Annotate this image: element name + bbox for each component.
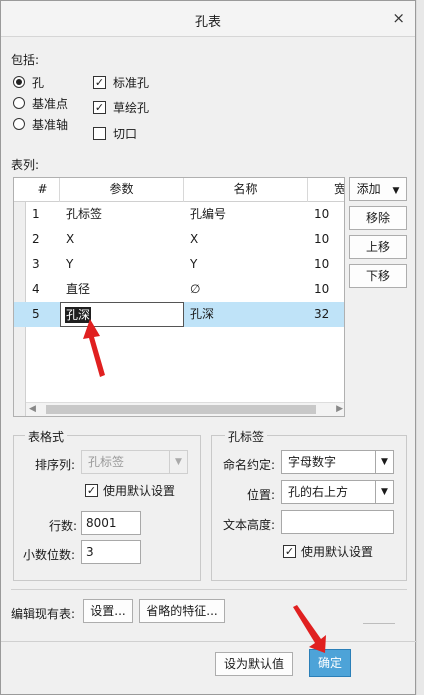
- cut-label: 切口: [113, 127, 138, 141]
- row-parameter: Y: [66, 257, 74, 271]
- divider: [11, 589, 407, 590]
- radio-datum-point-label: 基准点: [32, 97, 69, 111]
- remove-button[interactable]: 移除: [349, 206, 407, 230]
- horizontal-scrollbar[interactable]: ◀ ▶: [26, 402, 344, 416]
- move-up-button[interactable]: 上移: [349, 235, 407, 259]
- row-name: 孔编号: [190, 207, 227, 221]
- standard-hole-label: 标准孔: [113, 76, 150, 90]
- row-width: 10: [314, 282, 330, 296]
- rows-input[interactable]: 8001: [81, 511, 141, 535]
- footer-divider: [1, 641, 417, 642]
- divider: [363, 623, 395, 624]
- row-name: 孔深: [190, 307, 215, 321]
- chevron-down-icon: ▼: [375, 451, 393, 473]
- standard-hole-checkbox[interactable]: ✓: [93, 76, 106, 89]
- row-width: 32: [314, 307, 330, 321]
- radio-datum-point[interactable]: [13, 97, 25, 109]
- row-width: 10: [314, 232, 330, 246]
- table-row[interactable]: 2 X X 10: [14, 227, 344, 252]
- header-name[interactable]: 名称: [184, 178, 308, 202]
- columns-table: # 参数 名称 宽 1 孔标签 孔编号 10 2 X X 10 3 Y Y 10…: [13, 177, 345, 417]
- radio-datum-axis[interactable]: [13, 118, 25, 130]
- position-value: 孔的右上方: [288, 485, 349, 499]
- scroll-right-icon[interactable]: ▶: [336, 404, 343, 414]
- hole-label-title: 孔标签: [225, 428, 268, 445]
- naming-convention-select[interactable]: 字母数字 ▼: [281, 450, 394, 474]
- header-number[interactable]: #: [26, 178, 60, 202]
- row-number: 5: [32, 307, 40, 321]
- decimals-input[interactable]: 3: [81, 540, 141, 564]
- settings-button[interactable]: 设置...: [83, 599, 133, 623]
- annotation-arrow-icon: [293, 605, 326, 653]
- format-use-default-checkbox[interactable]: ✓: [85, 484, 98, 497]
- columns-label: 表列:: [11, 158, 40, 172]
- sort-column-value: 孔标签: [88, 455, 125, 469]
- sketched-hole-label: 草绘孔: [113, 101, 150, 115]
- row-width: 10: [314, 207, 330, 221]
- row-number: 1: [32, 207, 40, 221]
- position-select[interactable]: 孔的右上方 ▼: [281, 480, 394, 504]
- dialog-title: 孔表: [194, 15, 221, 30]
- move-down-button[interactable]: 下移: [349, 264, 407, 288]
- header-parameter[interactable]: 参数: [60, 178, 184, 202]
- row-parameter: 孔标签: [66, 207, 103, 221]
- set-default-button[interactable]: 设为默认值: [215, 652, 293, 676]
- edit-existing-label: 编辑现有表:: [11, 607, 76, 621]
- include-label: 包括:: [11, 53, 40, 67]
- row-name: Y: [190, 257, 198, 271]
- decimals-label: 小数位数:: [23, 548, 76, 562]
- row-name: X: [190, 232, 199, 246]
- title-bar: 孔表 ×: [1, 1, 415, 37]
- table-row[interactable]: 1 孔标签 孔编号 10: [14, 202, 344, 227]
- position-label: 位置:: [247, 488, 276, 502]
- naming-label: 命名约定:: [223, 458, 276, 472]
- label-use-default-label: 使用默认设置: [301, 545, 374, 559]
- row-parameter: 直径: [66, 282, 91, 296]
- annotation-arrow-icon: [83, 319, 105, 377]
- row-number: 2: [32, 232, 40, 246]
- add-button[interactable]: 添加 ▼: [349, 177, 407, 201]
- table-row[interactable]: 3 Y Y 10: [14, 252, 344, 277]
- chevron-down-icon: ▼: [375, 481, 393, 503]
- sketched-hole-checkbox[interactable]: ✓: [93, 101, 106, 114]
- close-icon[interactable]: ×: [392, 9, 405, 27]
- row-number: 4: [32, 282, 40, 296]
- text-height-input[interactable]: [281, 510, 394, 534]
- rows-label: 行数:: [49, 519, 78, 533]
- table-header: # 参数 名称 宽: [14, 178, 344, 202]
- table-row[interactable]: 4 直径 ∅ 10: [14, 277, 344, 302]
- row-name: ∅: [190, 282, 201, 296]
- sort-column-select: 孔标签 ▼: [81, 450, 188, 474]
- naming-convention-value: 字母数字: [288, 455, 337, 469]
- dropdown-arrow-icon: ▼: [392, 186, 400, 196]
- table-row-selected[interactable]: 5 孔深 孔深 32: [14, 302, 344, 327]
- omitted-features-button[interactable]: 省略的特征...: [139, 599, 225, 623]
- add-button-label: 添加: [356, 182, 381, 196]
- hole-table-dialog: 孔表 × 包括: 孔 基准点 基准轴 ✓ 标准孔 ✓ 草绘孔 切口 表列: # …: [0, 0, 417, 695]
- chevron-down-icon: ▼: [169, 451, 187, 473]
- row-parameter: X: [66, 232, 75, 246]
- text-height-label: 文本高度:: [223, 518, 276, 532]
- scrollbar-thumb[interactable]: [46, 405, 316, 414]
- radio-hole[interactable]: [13, 76, 25, 88]
- label-use-default-checkbox[interactable]: ✓: [283, 545, 296, 558]
- format-use-default-label: 使用默认设置: [103, 484, 176, 498]
- parameter-edit-field[interactable]: 孔深: [60, 302, 184, 327]
- row-number: 3: [32, 257, 40, 271]
- header-width[interactable]: 宽: [308, 178, 344, 202]
- row-width: 10: [314, 257, 330, 271]
- sort-label: 排序列:: [35, 458, 76, 472]
- background-window: [417, 0, 424, 695]
- scroll-left-icon[interactable]: ◀: [29, 404, 36, 414]
- cut-checkbox[interactable]: [93, 127, 106, 140]
- table-format-title: 表格式: [25, 428, 68, 445]
- radio-hole-label: 孔: [32, 76, 45, 90]
- radio-datum-axis-label: 基准轴: [32, 118, 69, 132]
